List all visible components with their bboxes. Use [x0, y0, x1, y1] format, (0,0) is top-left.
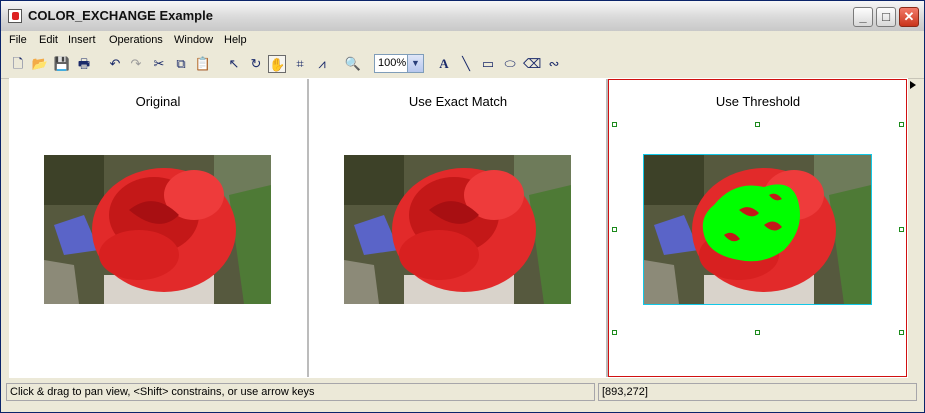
save-icon[interactable]: 💾	[53, 55, 71, 73]
print-icon[interactable]: 🖶	[75, 55, 93, 73]
resize-handle[interactable]	[612, 122, 617, 127]
status-hint: Click & drag to pan view, <Shift> constr…	[6, 383, 595, 401]
text-tool-icon[interactable]: A	[435, 55, 453, 73]
copy-icon[interactable]: ⧉	[172, 55, 190, 73]
menu-insert[interactable]: Insert	[68, 34, 96, 46]
zoom-select[interactable]: 100% ▼	[374, 54, 424, 73]
minimize-button[interactable]: _	[853, 7, 873, 27]
open-folder-icon[interactable]: 📂	[31, 55, 49, 73]
rotate-icon[interactable]: ↻	[247, 55, 265, 73]
resize-handle[interactable]	[899, 227, 904, 232]
freehand-tool-icon[interactable]: ∾	[545, 55, 563, 73]
close-icon: ✕	[903, 9, 915, 24]
pan-hand-icon[interactable]: ✋	[268, 55, 286, 73]
menu-file[interactable]: File	[9, 34, 27, 46]
maximize-button[interactable]: □	[876, 7, 896, 27]
status-coordinates: [893,272]	[598, 383, 917, 401]
resize-handle[interactable]	[755, 330, 760, 335]
zoom-magnifier-icon[interactable]: 🔍	[344, 55, 362, 73]
eraser-tool-icon[interactable]: ⌫	[523, 55, 541, 73]
ellipse-tool-icon[interactable]: ⬭	[501, 55, 519, 73]
redo-icon[interactable]: ↷	[127, 55, 145, 73]
resize-handle[interactable]	[899, 122, 904, 127]
paste-icon[interactable]: 📋	[194, 55, 212, 73]
original-image[interactable]	[44, 155, 271, 304]
close-button[interactable]: ✕	[899, 7, 919, 27]
maximize-icon: □	[882, 9, 890, 24]
resize-handle[interactable]	[612, 227, 617, 232]
threshold-image[interactable]	[643, 154, 872, 305]
resize-handle[interactable]	[899, 330, 904, 335]
crop-icon[interactable]: ⌗	[291, 55, 309, 73]
menu-window[interactable]: Window	[174, 34, 213, 46]
rose-photo	[44, 155, 271, 304]
window-title: COLOR_EXCHANGE Example	[28, 8, 213, 23]
app-icon[interactable]	[8, 9, 22, 23]
undo-icon[interactable]: ↶	[106, 55, 124, 73]
exact-match-image[interactable]	[344, 155, 571, 304]
app-window: COLOR_EXCHANGE Example _ □ ✕ File Edit I…	[0, 0, 925, 413]
menu-bar: File Edit Insert Operations Window Help	[1, 31, 924, 51]
select-arrow-icon[interactable]: ↖	[225, 55, 243, 73]
line-tool-icon[interactable]: ╲	[457, 55, 475, 73]
zoom-value: 100%	[378, 57, 407, 69]
rectangle-tool-icon[interactable]: ▭	[479, 55, 497, 73]
panel-title-original: Original	[135, 94, 181, 109]
minimize-icon: _	[859, 9, 867, 24]
rose-photo-thresholded	[644, 155, 871, 304]
rose-photo	[344, 155, 571, 304]
menu-edit[interactable]: Edit	[39, 34, 58, 46]
panel-title-exact-match: Use Exact Match	[408, 94, 508, 109]
menu-operations[interactable]: Operations	[109, 34, 163, 46]
status-bar: Click & drag to pan view, <Shift> constr…	[1, 382, 924, 402]
chevron-down-icon[interactable]: ▼	[407, 55, 423, 72]
histogram-icon[interactable]: ⩘	[313, 55, 331, 73]
cut-icon[interactable]: ✂	[150, 55, 168, 73]
menu-help[interactable]: Help	[224, 34, 247, 46]
resize-handle[interactable]	[755, 122, 760, 127]
title-bar[interactable]: COLOR_EXCHANGE Example _ □ ✕	[1, 1, 924, 32]
toolbar: 🗋 📂 💾 🖶 ↶ ↷ ✂ ⧉ 📋 ↖ ↻ ✋ ⌗ ⩘ 🔍 A ╲ ▭ ⬭ ⌫ …	[1, 51, 924, 79]
panel-divider[interactable]	[307, 79, 309, 377]
new-file-icon[interactable]: 🗋	[9, 55, 27, 73]
resize-handle[interactable]	[612, 330, 617, 335]
expand-arrow-icon[interactable]	[910, 81, 916, 89]
